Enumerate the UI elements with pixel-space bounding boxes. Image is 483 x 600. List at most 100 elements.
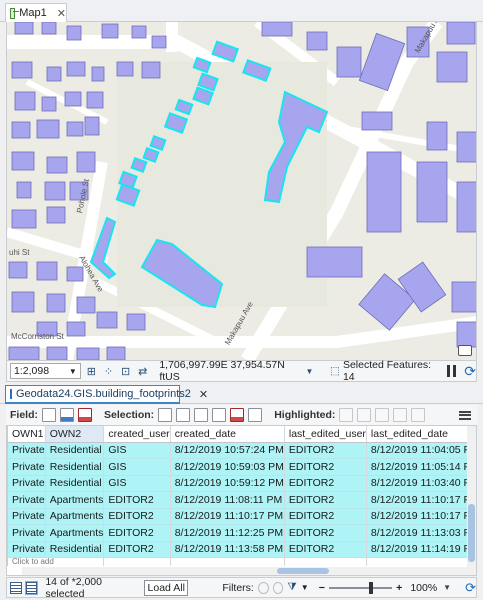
table-row-partial[interactable]: Click to add [7, 557, 476, 566]
delete-selection-icon[interactable] [230, 408, 245, 422]
table-cell[interactable]: Residential [45, 442, 105, 459]
map-tab[interactable]: Map1 ✕ [5, 3, 67, 22]
table-row[interactable]: Private Residential GIS 8/12/2019 10:57:… [7, 442, 476, 459]
column-header[interactable]: last_edited_user [284, 426, 367, 443]
table-cell[interactable]: Private [7, 458, 46, 476]
horizontal-scrollbar[interactable] [22, 567, 469, 575]
table-cell[interactable]: EDITOR2 [103, 508, 171, 525]
table-cell[interactable]: EDITOR2 [284, 541, 367, 558]
table-cell[interactable]: EDITOR2 [284, 475, 367, 492]
table-cell[interactable]: Private [7, 442, 46, 459]
coordinate-dropdown-icon[interactable]: ▼ [303, 364, 316, 378]
column-header[interactable]: OWN1 [7, 426, 46, 443]
table-cell[interactable]: 8/12/2019 10:59:03 PM [170, 458, 285, 476]
table-row[interactable]: Private Residential GIS 8/12/2019 10:59:… [7, 475, 476, 492]
pause-icon[interactable] [446, 365, 457, 377]
zoom-out-button[interactable]: − [319, 582, 325, 594]
table-cell[interactable]: EDITOR2 [284, 491, 367, 509]
table-cell[interactable]: 8/12/2019 11:05:14 PM [366, 458, 476, 476]
table-cell[interactable]: 8/12/2019 10:57:24 PM [170, 442, 285, 459]
table-row[interactable]: Private Apartments EDITOR2 8/12/2019 11:… [7, 508, 476, 525]
table-cell[interactable]: EDITOR2 [284, 442, 367, 459]
snapping-icon[interactable]: ⁘ [102, 364, 115, 378]
zoom-to-selection-icon[interactable] [176, 408, 191, 422]
table-cell[interactable]: 8/12/2019 11:12:25 PM [170, 524, 285, 542]
close-icon[interactable]: ✕ [199, 388, 208, 401]
table-cell[interactable]: 8/12/2019 11:10:17 PM [366, 508, 476, 525]
highlight-unselect-icon[interactable] [375, 408, 390, 422]
table-cell[interactable]: 8/12/2019 11:13:58 PM [170, 541, 285, 558]
map-tooltip-icon[interactable] [458, 345, 472, 356]
table-cell[interactable]: GIS [103, 442, 171, 459]
table-cell[interactable]: Private [7, 475, 46, 492]
time-filter-icon[interactable] [257, 581, 269, 594]
flip-icon[interactable]: ⇄ [136, 364, 149, 378]
column-header[interactable]: created_date [170, 426, 285, 443]
table-cell[interactable]: 8/12/2019 11:10:17 PM [366, 491, 476, 509]
zoom-slider[interactable] [328, 581, 393, 594]
table-row[interactable]: Private Residential EDITOR2 8/12/2019 11… [7, 541, 476, 558]
filter-funnel-icon[interactable]: ⧩ [287, 581, 296, 594]
attribute-table[interactable]: OWN1 OWN2 created_user created_date last… [6, 425, 477, 576]
click-to-add-row[interactable]: Click to add [7, 557, 105, 566]
show-all-records-icon[interactable] [10, 581, 22, 594]
table-row[interactable]: Private Residential GIS 8/12/2019 10:59:… [7, 458, 476, 476]
table-cell[interactable]: 8/12/2019 10:59:12 PM [170, 475, 285, 492]
table-cell[interactable]: 8/12/2019 11:04:05 PM [366, 442, 476, 459]
table-cell[interactable]: 8/12/2019 11:10:17 PM [170, 508, 285, 525]
table-cell[interactable]: Private [7, 508, 46, 525]
table-cell[interactable]: Apartments [45, 491, 105, 509]
close-icon[interactable]: ✕ [57, 7, 66, 20]
table-cell[interactable]: EDITOR2 [103, 491, 171, 509]
refresh-icon[interactable]: ⟳ [465, 580, 476, 596]
table-cell[interactable]: EDITOR2 [284, 524, 367, 542]
table-cell[interactable]: EDITOR2 [284, 508, 367, 525]
show-selected-records-icon[interactable] [25, 581, 38, 594]
table-cell[interactable]: EDITOR2 [103, 524, 171, 542]
table-cell[interactable]: Residential [45, 458, 105, 476]
table-cell[interactable]: Private [7, 491, 46, 509]
table-cell[interactable]: 8/12/2019 11:08:11 PM [170, 491, 285, 509]
map-view[interactable]: Pohole St Alohea Ave Makapuu Ave Makapuu… [6, 22, 477, 360]
zoom-in-button[interactable]: + [396, 582, 402, 594]
table-cell[interactable]: Residential [45, 541, 105, 558]
load-all-button[interactable]: Load All [144, 579, 189, 596]
column-header[interactable]: created_user [103, 426, 171, 443]
table-cell[interactable]: 8/12/2019 11:13:03 PM [366, 524, 476, 542]
selected-features[interactable]: ⬚ Selected Features: 14 [330, 359, 438, 383]
highlight-zoom-icon[interactable] [339, 408, 354, 422]
table-cell[interactable]: GIS [103, 458, 171, 476]
navigator-icon[interactable]: ⊡ [119, 364, 132, 378]
table-cell[interactable]: 8/12/2019 11:14:19 PM [366, 541, 476, 558]
table-cell[interactable]: EDITOR2 [103, 541, 171, 558]
table-row[interactable]: Private Apartments EDITOR2 8/12/2019 11:… [7, 491, 476, 509]
range-filter-icon[interactable] [272, 581, 284, 594]
highlight-reselect-icon[interactable] [393, 408, 408, 422]
vertical-scrollbar[interactable] [467, 426, 476, 575]
clear-selection-icon[interactable] [212, 408, 227, 422]
table-cell[interactable]: GIS [103, 475, 171, 492]
grid-tool-icon[interactable]: ⊞ [85, 364, 98, 378]
scale-dropdown[interactable]: 1:2,098 ▼ [10, 363, 81, 379]
add-field-icon[interactable] [42, 408, 56, 422]
filter-dropdown-icon[interactable]: ▼ [301, 583, 309, 592]
table-row[interactable]: Private Apartments EDITOR2 8/12/2019 11:… [7, 524, 476, 542]
highlight-switch-icon[interactable] [357, 408, 372, 422]
table-cell[interactable]: Private [7, 541, 46, 558]
zoom-dropdown-icon[interactable]: ▼ [443, 583, 451, 592]
table-tab[interactable]: Geodata24.GIS.building_footprints2 ✕ [5, 385, 208, 404]
table-cell[interactable]: EDITOR2 [284, 458, 367, 476]
vertical-scroll-thumb[interactable] [468, 504, 475, 562]
table-menu-icon[interactable] [459, 410, 471, 420]
calculate-field-icon[interactable] [60, 408, 74, 422]
column-header[interactable]: last_edited_date [366, 426, 476, 443]
table-cell[interactable]: Apartments [45, 508, 105, 525]
table-cell[interactable]: Private [7, 524, 46, 542]
zoom-slider-thumb[interactable] [368, 581, 373, 594]
refresh-icon[interactable]: ⟳ [464, 363, 476, 380]
table-cell[interactable]: Residential [45, 475, 105, 492]
column-header[interactable]: OWN2 [45, 426, 105, 443]
highlight-delete-icon[interactable] [411, 408, 426, 422]
table-cell[interactable]: 8/12/2019 11:03:40 PM [366, 475, 476, 492]
table-cell[interactable]: Apartments [45, 524, 105, 542]
